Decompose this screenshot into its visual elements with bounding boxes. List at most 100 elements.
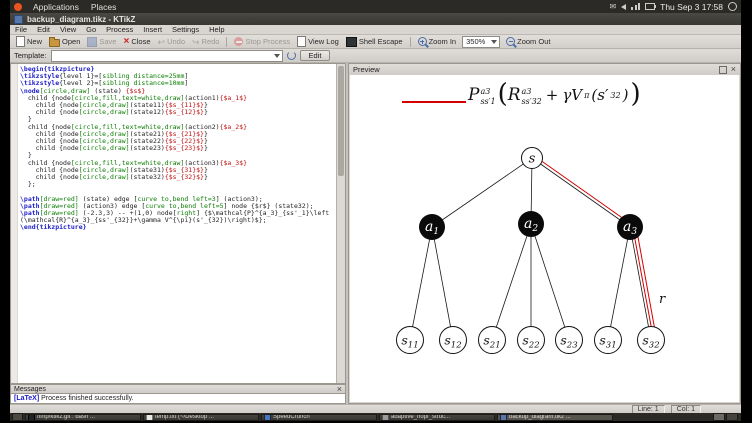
taskbar-item-texteditor[interactable]: temp.txt (~/Desktop ... xyxy=(143,413,259,421)
taskbar-item-speedcrunch[interactable]: SpeedCrunch xyxy=(261,413,377,421)
undo-button[interactable]: ↩ Undo xyxy=(155,36,188,48)
message-icon[interactable]: ✉ xyxy=(609,0,616,13)
ktikz-icon xyxy=(500,414,507,420)
toolbar: New Open Save × Close ↩ Undo ↪ Redo Stop… xyxy=(10,35,741,49)
zoom-combo-dropdown-icon[interactable] xyxy=(491,39,498,44)
menu-item[interactable]: Settings xyxy=(167,25,204,34)
redo-icon: ↪ xyxy=(192,36,200,47)
clock[interactable]: Thu Sep 3 17:58 xyxy=(660,2,723,12)
root-label: s xyxy=(529,152,536,167)
toolbar-separator xyxy=(226,36,228,47)
desktop: Applications Places ✉ Thu Sep 3 17:58 ba… xyxy=(10,0,741,421)
editor-scrollbar[interactable] xyxy=(336,64,345,383)
stop-process-label: Stop Process xyxy=(245,37,291,46)
template-edit-button[interactable]: Edit xyxy=(299,50,331,61)
messages-title: Messages xyxy=(14,385,46,393)
menu-item[interactable]: Go xyxy=(81,25,101,34)
editor-scrollbar-thumb[interactable] xyxy=(338,66,344,176)
view-log-label: View Log xyxy=(308,37,339,46)
preview-canvas: P a3 ss′1 ( R a3 ss′32 + γVπ (s′32) ) xyxy=(350,75,739,402)
undo-button-label: Undo xyxy=(167,37,185,46)
new-button[interactable]: New xyxy=(13,35,45,48)
stop-process-icon xyxy=(234,37,244,46)
close-file-icon: × xyxy=(123,35,130,47)
taskbar-item-terminal[interactable]: /tmp/ktikz.git : bash ... xyxy=(25,413,141,421)
new-file-icon xyxy=(16,36,25,47)
code-editor-pane: \begin{tikzpicture} \tikzstyle{level 1}=[… xyxy=(10,63,346,384)
taskbar-item-label: SpeedCrunch xyxy=(273,414,310,420)
view-log-button[interactable]: View Log xyxy=(294,35,342,48)
distro-logo-icon[interactable] xyxy=(14,2,22,11)
tree-edges xyxy=(409,157,652,341)
menu-item[interactable]: File xyxy=(10,25,32,34)
template-bar: Template: Edit xyxy=(10,49,741,63)
taskbar-item-label: adaptive_hopf_struc... xyxy=(391,414,451,420)
undo-icon: ↩ xyxy=(157,36,166,47)
zoom-in-label: Zoom In xyxy=(428,37,457,46)
taskbar: /tmp/ktikz.git : bash ... temp.txt (~/De… xyxy=(10,413,741,421)
taskbar-item-label: temp.txt (~/Desktop ... xyxy=(155,414,214,420)
taskbar-item-label: backup_diagram.tikz ... xyxy=(509,414,571,420)
zoom-out-button[interactable]: Zoom Out xyxy=(503,36,553,47)
new-button-label: New xyxy=(27,37,43,46)
stop-process-button[interactable]: Stop Process xyxy=(231,36,293,47)
shell-escape-label: Shell Escape xyxy=(358,37,403,46)
redo-button[interactable]: ↪ Redo xyxy=(189,36,222,48)
indicator-area: ✉ Thu Sep 3 17:58 xyxy=(609,0,741,13)
backup-diagram: s a1 a2 a3 s11 s12 s21 s22 s23 s31 s32 r xyxy=(396,147,666,354)
message-text: Process finished successfully. xyxy=(39,395,134,402)
preview-dock-controls: × xyxy=(718,65,736,74)
show-desktop-icon[interactable] xyxy=(12,413,23,421)
window-title: backup_diagram.tikz - KTikZ xyxy=(27,14,136,24)
code-editor[interactable]: \begin{tikzpicture} \tikzstyle{level 1}=[… xyxy=(20,65,336,383)
messages-close-icon[interactable]: × xyxy=(337,384,342,394)
workspace-1[interactable] xyxy=(713,413,725,421)
save-icon xyxy=(87,36,98,47)
taskbar-item-file[interactable]: adaptive_hopf_struc... xyxy=(379,413,495,421)
applications-menu[interactable]: Applications xyxy=(27,2,85,12)
shell-escape-button[interactable]: Shell Escape xyxy=(343,36,406,48)
toolbar-separator xyxy=(409,36,411,47)
statusbar: Line: 1 Col: 1 xyxy=(10,404,741,414)
zoom-level-value: 350% xyxy=(466,37,486,46)
zoom-in-button[interactable]: Zoom In xyxy=(415,36,460,47)
battery-icon[interactable] xyxy=(645,3,657,10)
menu-item[interactable]: View xyxy=(55,25,81,34)
menu-item[interactable]: Help xyxy=(204,25,229,34)
menu-item[interactable]: Edit xyxy=(32,25,55,34)
file-icon xyxy=(382,414,389,420)
volume-icon[interactable] xyxy=(621,3,627,10)
save-button-label: Save xyxy=(99,37,117,46)
float-dock-icon[interactable] xyxy=(718,65,727,74)
template-combo[interactable] xyxy=(50,49,283,62)
workspace-2[interactable] xyxy=(726,413,738,421)
menu-item[interactable]: Process xyxy=(101,25,138,34)
session-icon[interactable] xyxy=(728,2,737,11)
places-menu[interactable]: Places xyxy=(85,2,123,12)
menubar: File Edit View Go Process Insert Settings Help xyxy=(10,25,741,35)
close-button[interactable]: × Close xyxy=(120,36,153,48)
close-button-label: Close xyxy=(131,37,151,46)
network-icon[interactable] xyxy=(631,3,641,10)
messages-pane: Messages × [LaTeX] Process finished succ… xyxy=(10,384,346,404)
reload-template-icon[interactable] xyxy=(286,51,296,60)
window-titlebar[interactable]: backup_diagram.tikz - KTikZ xyxy=(10,13,741,25)
taskbar-item-ktikz[interactable]: backup_diagram.tikz ... xyxy=(497,413,613,421)
desktop-panel: Applications Places ✉ Thu Sep 3 17:58 xyxy=(10,0,741,13)
view-log-icon xyxy=(297,36,307,47)
reward-label: r xyxy=(659,292,666,307)
template-label: Template: xyxy=(14,51,47,60)
open-button[interactable]: Open xyxy=(46,36,83,48)
editor-gutter xyxy=(11,64,18,383)
menu-item[interactable]: Insert xyxy=(138,25,167,34)
zoom-level-combo[interactable]: 350% xyxy=(462,35,501,48)
close-dock-icon[interactable]: × xyxy=(731,65,736,74)
text-editor-icon xyxy=(146,414,153,420)
save-button[interactable]: Save xyxy=(84,36,119,48)
message-tag: [LaTeX] xyxy=(14,395,40,402)
terminal-icon xyxy=(28,414,35,420)
open-folder-icon xyxy=(49,36,61,47)
template-dropdown-icon[interactable] xyxy=(273,53,280,58)
preview-pane: Preview × P a3 ss′1 ( R a3 ss′32 + γV π … xyxy=(348,63,741,404)
ktikz-app-icon xyxy=(14,14,23,24)
